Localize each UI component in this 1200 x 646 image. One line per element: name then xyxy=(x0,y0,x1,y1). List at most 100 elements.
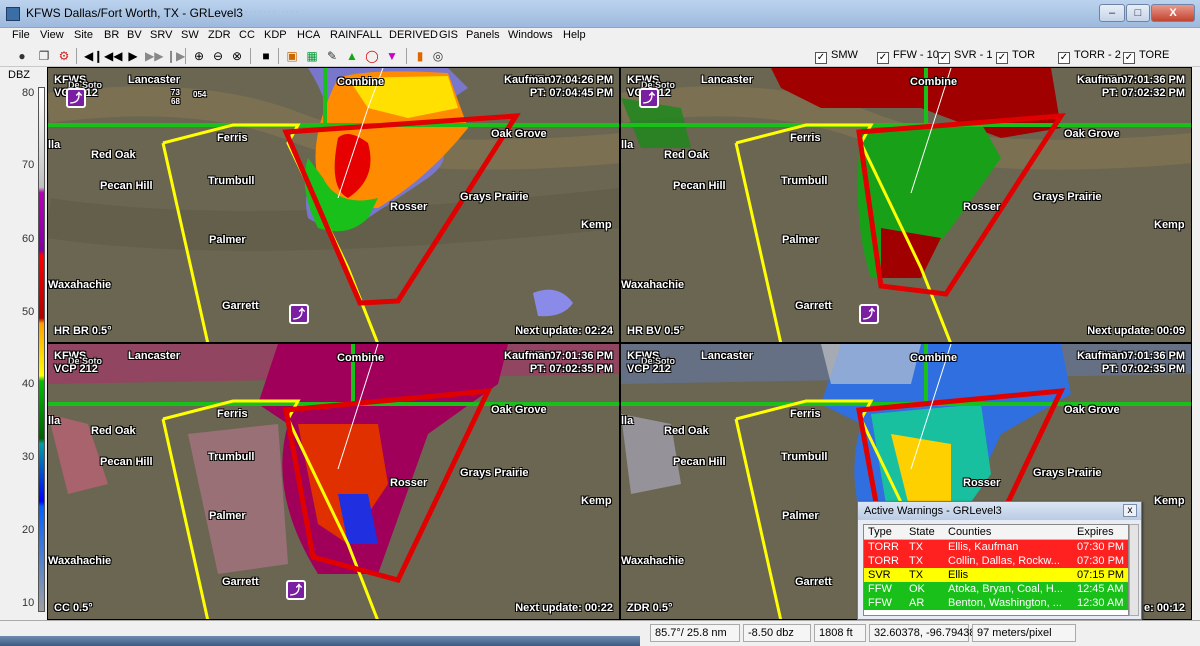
menu-derived[interactable]: DERIVED xyxy=(389,29,438,41)
warning-type: TORR xyxy=(868,555,899,567)
zoom-out-icon[interactable]: ⊖ xyxy=(210,48,226,64)
colorbar-unit: DBZ xyxy=(8,69,30,81)
city-label: Kaufman xyxy=(504,74,552,86)
panel-product: CC 0.5° xyxy=(54,602,93,614)
next-frame-icon[interactable]: ▶▶ xyxy=(145,48,163,64)
city-label: Garrett xyxy=(795,300,832,312)
storm-marker-icon[interactable]: ⤴ xyxy=(639,88,659,108)
colorbar-tick: 80 xyxy=(22,87,35,99)
clear-icon[interactable]: ■ xyxy=(258,48,274,64)
menu-sw[interactable]: SW xyxy=(181,29,199,41)
radar-panel-bv[interactable]: KFWS De Soto VCP 212 VT: 07:01:36 PM PT:… xyxy=(620,67,1192,343)
radar-map xyxy=(621,68,1191,342)
copy-icon[interactable]: ❐ xyxy=(36,48,52,64)
storm-icon[interactable]: ▣ xyxy=(284,48,300,64)
tools-icon[interactable]: ⚙ xyxy=(56,48,72,64)
storm-marker-icon[interactable]: ⤴ xyxy=(289,304,309,324)
checkbox-check-icon: ✓ xyxy=(1123,52,1135,64)
city-label: Lancaster xyxy=(128,350,180,362)
tor-label: TOR xyxy=(1012,49,1036,61)
storm-marker-icon[interactable]: ⤴ xyxy=(859,304,879,324)
close-button[interactable]: X xyxy=(1151,4,1195,22)
menu-view[interactable]: View xyxy=(40,29,64,41)
toolbar-separator xyxy=(406,48,407,64)
app-window: KFWS Dallas/Fort Worth, TX - GRLevel3 ··… xyxy=(0,0,1200,646)
city-label: Combine xyxy=(910,76,958,88)
menu-hca[interactable]: HCA xyxy=(297,29,320,41)
menu-br[interactable]: BR xyxy=(104,29,119,41)
tore-checkbox[interactable]: ✓ TORE xyxy=(1123,49,1169,64)
warning-counties: Benton, Washington, ... xyxy=(948,597,1062,609)
warning-row[interactable]: FFW AR Benton, Washington, ... 12:30 AM xyxy=(864,596,1128,610)
tvs-icon[interactable]: ▲ xyxy=(344,48,360,64)
warning-row[interactable]: TORR TX Collin, Dallas, Rockw... 07:30 PM xyxy=(864,554,1128,568)
last-frame-icon[interactable]: ❙▶ xyxy=(166,48,185,64)
city-label: Oak Grove xyxy=(491,404,547,416)
header-counties[interactable]: Counties xyxy=(948,525,991,539)
city-label: Kaufman xyxy=(504,350,552,362)
warning-row[interactable]: TORR TX Ellis, Kaufman 07:30 PM xyxy=(864,540,1128,554)
zoom-reset-icon[interactable]: ⊗ xyxy=(229,48,245,64)
header-state[interactable]: State xyxy=(909,525,935,539)
menu-rainfall[interactable]: RAINFALL xyxy=(330,29,382,41)
active-warnings-close-button[interactable]: x xyxy=(1123,504,1137,517)
warning-row[interactable]: SVR TX Ellis 07:15 PM xyxy=(864,568,1128,582)
warning-expires: 07:15 PM xyxy=(1077,569,1125,581)
zoom-in-icon[interactable]: ⊕ xyxy=(191,48,207,64)
radar-panel-br[interactable]: KFWS De Soto VCP 212 VT: 07:04:26 PM PT:… xyxy=(47,67,620,343)
menu-windows[interactable]: Windows xyxy=(508,29,553,41)
prev-frame-icon[interactable]: ◀◀ xyxy=(104,48,122,64)
minimize-button[interactable]: – xyxy=(1099,4,1125,22)
color-icon[interactable]: ▮ xyxy=(412,48,428,64)
pencil-icon[interactable]: ✎ xyxy=(324,48,340,64)
menu-cc[interactable]: CC xyxy=(239,29,255,41)
play-icon[interactable]: ▶ xyxy=(125,48,141,64)
city-label: Oak Grove xyxy=(1064,128,1120,140)
tor-checkbox[interactable]: ✓ TOR xyxy=(996,49,1035,64)
svr-checkbox[interactable]: ✓ SVR - 1 xyxy=(938,49,993,64)
menu-zdr[interactable]: ZDR xyxy=(208,29,231,41)
menu-panels[interactable]: Panels xyxy=(466,29,500,41)
target-icon[interactable]: ◎ xyxy=(430,48,446,64)
warning-row[interactable]: FFW OK Atoka, Bryan, Coal, H... 12:45 AM xyxy=(864,582,1128,596)
first-frame-icon[interactable]: ◀❙ xyxy=(84,48,103,64)
city-label: Palmer xyxy=(782,234,819,246)
menu-file[interactable]: File xyxy=(12,29,30,41)
torr-checkbox[interactable]: ✓ TORR - 2 xyxy=(1058,49,1121,64)
title-bar: KFWS Dallas/Fort Worth, TX - GRLevel3 ··… xyxy=(0,0,1200,28)
storm-marker-icon[interactable]: ⤴ xyxy=(66,88,86,108)
warnings-scrollbar[interactable] xyxy=(1129,524,1139,616)
city-label: Garrett xyxy=(222,576,259,588)
colorbar-gradient xyxy=(38,87,45,612)
menu-srv[interactable]: SRV xyxy=(150,29,172,41)
ffw-checkbox[interactable]: ✓ FFW - 10 xyxy=(877,49,939,64)
stop-icon[interactable]: ● xyxy=(14,48,30,64)
hail-icon[interactable]: ▦ xyxy=(304,48,320,64)
smw-checkbox[interactable]: ✓ SMW xyxy=(815,49,858,64)
warning-expires: 07:30 PM xyxy=(1077,555,1125,567)
colorbar-tick: 50 xyxy=(22,306,35,318)
warning-counties: Ellis xyxy=(948,569,969,581)
header-type[interactable]: Type xyxy=(868,525,892,539)
maximize-button[interactable]: □ xyxy=(1126,4,1150,22)
city-label: Pecan Hill xyxy=(673,456,726,468)
city-label: lla xyxy=(48,415,61,427)
warnings-table: Type State Counties Expires TORR TX Ellis,… xyxy=(863,524,1129,616)
radar-panel-cc[interactable]: KFWS De Soto VCP 212 VT: 07:01:36 PM PT:… xyxy=(47,343,620,620)
menu-site[interactable]: Site xyxy=(74,29,93,41)
menu-kdp[interactable]: KDP xyxy=(264,29,287,41)
meso-icon[interactable]: ◯ xyxy=(364,48,380,64)
city-label: Combine xyxy=(337,352,385,364)
active-warnings-window[interactable]: Active Warnings - GRLevel3 x Type State … xyxy=(857,501,1142,620)
menu-bv[interactable]: BV xyxy=(127,29,142,41)
header-expires[interactable]: Expires xyxy=(1077,525,1114,539)
city-label: Trumbull xyxy=(208,175,255,187)
colorbar-tick: 70 xyxy=(22,159,35,171)
down-triangle-icon[interactable]: ▼ xyxy=(384,48,400,64)
status-resolution: 97 meters/pixel xyxy=(972,624,1076,642)
storm-marker-icon[interactable]: ⤴ xyxy=(286,580,306,600)
menu-help[interactable]: Help xyxy=(563,29,586,41)
city-label: Oak Grove xyxy=(491,128,547,140)
menu-gis[interactable]: GIS xyxy=(439,29,458,41)
colorbar-tick: 40 xyxy=(22,378,35,390)
